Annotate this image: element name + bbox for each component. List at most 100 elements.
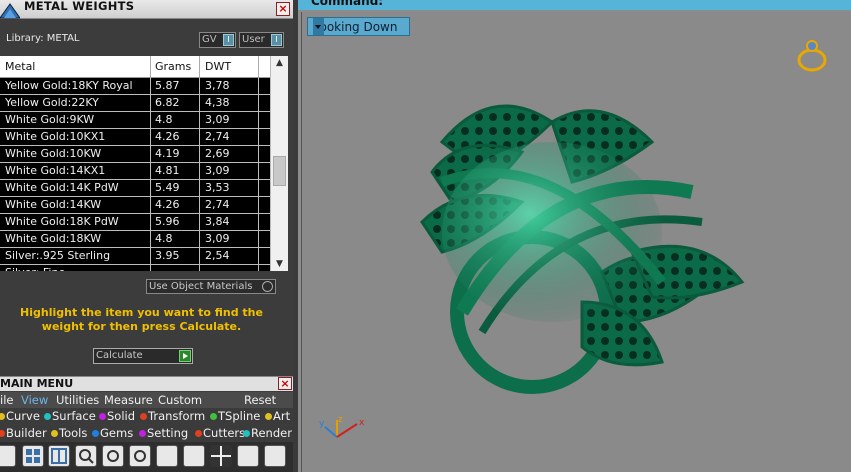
menu-item-render[interactable]: Render bbox=[251, 426, 292, 440]
main-menu-tabs: ile View Utilities Measure Custom Reset bbox=[0, 392, 293, 408]
table-scrollbar[interactable]: ▲ ▼ bbox=[270, 56, 288, 271]
table-row[interactable]: Silver:.925 Sterling 3.95 2,54 bbox=[0, 248, 270, 265]
main-menu-title: MAIN MENU bbox=[0, 377, 74, 390]
menu-item-tools[interactable]: Tools bbox=[59, 426, 87, 440]
cell-dwt: 4,38 bbox=[205, 96, 230, 109]
cell-dwt: 2,69 bbox=[205, 147, 230, 160]
viewport-area: Command: Looking Down z y x bbox=[298, 0, 851, 472]
camera-icon[interactable] bbox=[183, 445, 205, 467]
instruction-text: Highlight the item you want to find the … bbox=[20, 306, 263, 333]
tab-file[interactable]: ile bbox=[0, 393, 13, 407]
table-row[interactable]: White Gold:14KX1 4.81 3,09 bbox=[0, 163, 270, 180]
bullet-icon bbox=[210, 413, 217, 420]
layout-icon[interactable] bbox=[48, 445, 70, 467]
zoom-extents-icon[interactable] bbox=[102, 445, 124, 467]
menu-item-surface[interactable]: Surface bbox=[52, 409, 96, 423]
ring-model[interactable] bbox=[402, 82, 762, 402]
grid-view-icon[interactable] bbox=[22, 445, 44, 467]
cell-dwt: 2,74 bbox=[205, 130, 230, 143]
bullet-icon bbox=[195, 430, 202, 437]
col-dwt-header[interactable]: DWT bbox=[205, 60, 231, 73]
cell-grams: 5.87 bbox=[155, 79, 180, 92]
table-row[interactable]: Yellow Gold:22KY 6.82 4,38 bbox=[0, 95, 270, 112]
cell-metal: Silver:.925 Sterling bbox=[5, 249, 111, 262]
tab-measure[interactable]: Measure bbox=[104, 393, 153, 407]
radio-icon[interactable] bbox=[262, 281, 273, 292]
table-row[interactable]: White Gold:14K PdW 5.49 3,53 bbox=[0, 180, 270, 197]
bullet-icon bbox=[0, 413, 5, 420]
table-row[interactable]: Yellow Gold:18KY Royal 5.87 3,78 bbox=[0, 78, 270, 95]
close-panel-button[interactable]: × bbox=[276, 2, 290, 16]
table-body: Yellow Gold:18KY Royal 5.87 3,78 Yellow Gol… bbox=[0, 78, 270, 271]
bullet-icon bbox=[44, 413, 51, 420]
tab-utilities[interactable]: Utilities bbox=[56, 393, 99, 407]
tab-reset[interactable]: Reset bbox=[244, 393, 276, 407]
menu-item-curve[interactable]: Curve bbox=[6, 409, 40, 423]
menu-item-gems[interactable]: Gems bbox=[100, 426, 133, 440]
bullet-icon bbox=[0, 430, 5, 437]
table-row[interactable]: White Gold:10KX1 4.26 2,74 bbox=[0, 129, 270, 146]
cell-metal: White Gold:14K PdW bbox=[5, 181, 119, 194]
table-row[interactable]: White Gold:14KW 4.26 2,74 bbox=[0, 197, 270, 214]
axis-triad-icon: z y x bbox=[319, 415, 365, 438]
orientation-ring-icon[interactable] bbox=[792, 36, 832, 76]
view-mode-dropdown[interactable]: Looking Down bbox=[307, 17, 410, 36]
use-object-materials-option[interactable]: Use Object Materials bbox=[146, 279, 276, 294]
table-header: Metal Grams DWT bbox=[0, 56, 270, 78]
table-row[interactable]: White Gold:10KW 4.19 2,69 bbox=[0, 146, 270, 163]
cell-dwt: 3,09 bbox=[205, 113, 230, 126]
cell-dwt: 3,78 bbox=[205, 79, 230, 92]
menu-item-art[interactable]: Art bbox=[273, 409, 290, 423]
cell-dwt: 3,53 bbox=[205, 181, 230, 194]
cell-grams: 4.8 bbox=[155, 113, 173, 126]
menu-item-solid[interactable]: Solid bbox=[107, 409, 135, 423]
main-menu-row-2: Builder Tools Gems Setting Cutters Render bbox=[0, 425, 293, 441]
col-grams-header[interactable]: Grams bbox=[155, 60, 191, 73]
number-badge-icon[interactable] bbox=[264, 445, 286, 467]
table-row[interactable]: White Gold:18K PdW 5.96 3,84 bbox=[0, 214, 270, 231]
zoom-icon[interactable] bbox=[75, 445, 97, 467]
cell-grams: 4.19 bbox=[155, 147, 180, 160]
chevron-down-icon[interactable] bbox=[313, 18, 324, 35]
3d-viewport[interactable]: Looking Down z y x bbox=[301, 12, 851, 472]
user-toggle[interactable]: User I bbox=[239, 32, 284, 48]
col-metal-header[interactable]: Metal bbox=[5, 60, 35, 73]
cell-dwt: 2,54 bbox=[205, 249, 230, 262]
menu-item-builder[interactable]: Builder bbox=[6, 426, 47, 440]
calculate-button[interactable]: Calculate bbox=[93, 348, 193, 364]
bottom-toolbar bbox=[0, 442, 293, 472]
cell-metal: Silver: Fine bbox=[5, 266, 65, 271]
scroll-thumb[interactable] bbox=[273, 156, 286, 186]
cell-grams: 4.26 bbox=[155, 198, 180, 211]
tab-view[interactable]: View bbox=[21, 393, 48, 407]
cell-dwt: 3,84 bbox=[205, 215, 230, 228]
cell-metal: White Gold:14KW bbox=[5, 198, 102, 211]
face-icon[interactable] bbox=[0, 445, 16, 467]
command-label: Command: bbox=[311, 0, 384, 8]
menu-item-cutters[interactable]: Cutters bbox=[203, 426, 245, 440]
cell-grams: 5.49 bbox=[155, 181, 180, 194]
scroll-down-icon[interactable]: ▼ bbox=[271, 257, 288, 271]
close-main-menu-button[interactable]: × bbox=[278, 377, 292, 390]
command-bar[interactable]: Command: bbox=[298, 0, 851, 10]
scroll-up-icon[interactable]: ▲ bbox=[271, 56, 288, 70]
library-label: Library: METAL bbox=[6, 33, 80, 44]
calculate-label: Calculate bbox=[96, 350, 143, 361]
gv-toggle[interactable]: GV I bbox=[199, 32, 236, 48]
bullet-icon bbox=[140, 413, 147, 420]
menu-item-setting[interactable]: Setting bbox=[147, 426, 188, 440]
table-row[interactable]: White Gold:9KW 4.8 3,09 bbox=[0, 112, 270, 129]
table-row[interactable]: Silver: Fine bbox=[0, 265, 270, 271]
axis-label-z: z bbox=[338, 415, 343, 425]
zoom-window-icon[interactable] bbox=[129, 445, 151, 467]
snap-grid-icon[interactable] bbox=[237, 445, 259, 467]
table-row[interactable]: White Gold:18KW 4.8 3,09 bbox=[0, 231, 270, 248]
select-icon[interactable] bbox=[156, 445, 178, 467]
cell-metal: White Gold:9KW bbox=[5, 113, 95, 126]
menu-item-transform[interactable]: Transform bbox=[148, 409, 205, 423]
menu-item-tspline[interactable]: TSpline bbox=[218, 409, 260, 423]
crosshair-icon[interactable] bbox=[210, 445, 232, 467]
bullet-icon bbox=[243, 430, 250, 437]
cell-metal: White Gold:14KX1 bbox=[5, 164, 106, 177]
tab-custom[interactable]: Custom bbox=[158, 393, 202, 407]
